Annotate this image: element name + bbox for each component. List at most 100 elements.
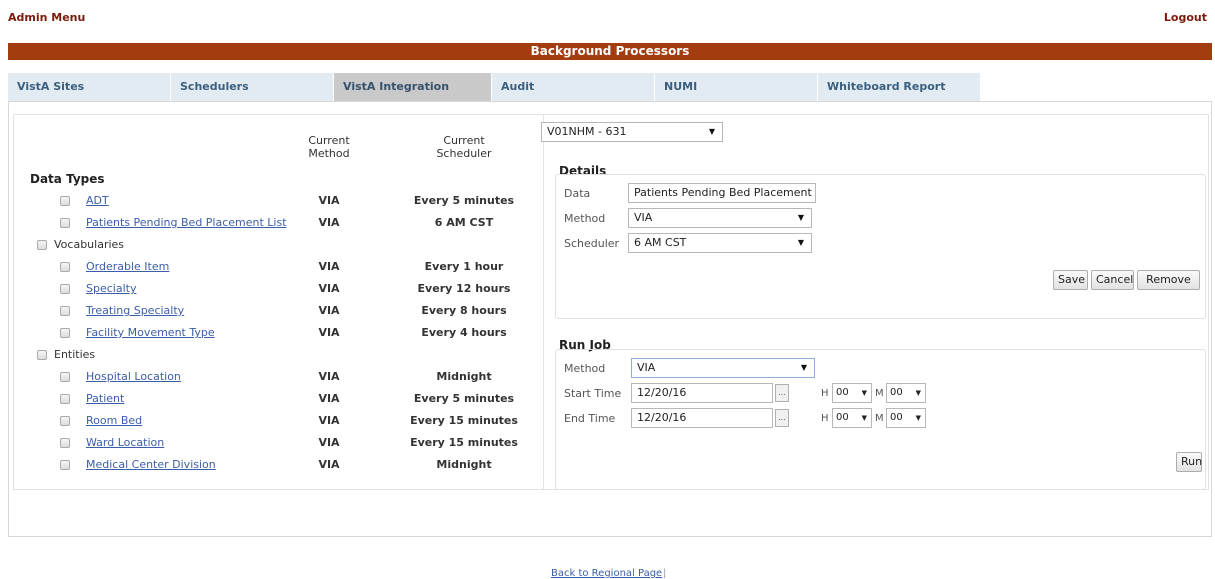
current-method-value: VIA	[318, 326, 340, 339]
current-method-value: VIA	[318, 260, 340, 273]
data-type-row: Orderable Item VIA Every 1 hour	[14, 258, 534, 276]
data-type-link[interactable]: Medical Center Division	[86, 458, 216, 471]
back-to-regional-link[interactable]: Back to Regional Page	[551, 568, 662, 579]
current-method-value: VIA	[318, 194, 340, 207]
calendar-icon[interactable]: ...	[775, 384, 789, 402]
data-type-link[interactable]: Treating Specialty	[86, 304, 184, 317]
hour-label: H	[821, 413, 829, 424]
data-input[interactable]: Patients Pending Bed Placement L	[628, 183, 816, 203]
end-time-input[interactable]: 12/20/16	[631, 408, 773, 428]
chevron-down-icon: ▼	[797, 213, 804, 222]
data-type-checkbox[interactable]	[60, 394, 70, 404]
current-method-value: VIA	[318, 414, 340, 427]
current-method-header: Current Method	[299, 134, 359, 160]
data-type-checkbox[interactable]	[60, 306, 70, 316]
current-scheduler-value: Every 8 hours	[421, 304, 507, 317]
data-type-row: Patients Pending Bed Placement List VIA 6 …	[14, 214, 534, 232]
chevron-down-icon: ▼	[915, 414, 921, 422]
current-scheduler-value: Midnight	[436, 370, 492, 383]
run-method-label: Method	[564, 362, 606, 375]
data-type-checkbox[interactable]	[60, 218, 70, 228]
site-select[interactable]: V01NHM - 631 ▼	[541, 122, 723, 142]
header-line: Method	[308, 147, 350, 160]
data-type-link[interactable]: Orderable Item	[86, 260, 169, 273]
start-time-input[interactable]: 12/20/16	[631, 383, 773, 403]
data-type-checkbox[interactable]	[60, 416, 70, 426]
current-scheduler-value: Every 12 hours	[417, 282, 511, 295]
end-hour-value: 00	[836, 412, 849, 423]
run-button[interactable]: Run	[1176, 452, 1202, 472]
header-line: Scheduler	[436, 147, 492, 160]
save-button[interactable]: Save	[1053, 270, 1088, 290]
main-panel: Current Method Current Scheduler Data Ty…	[8, 101, 1212, 537]
current-method-value: VIA	[318, 370, 340, 383]
chevron-down-icon: ▼	[861, 389, 867, 397]
data-label: Data	[564, 187, 591, 200]
end-time-label: End Time	[564, 412, 616, 425]
data-type-checkbox[interactable]	[60, 284, 70, 294]
chevron-down-icon: ▼	[708, 127, 715, 136]
group-checkbox[interactable]	[37, 240, 47, 250]
data-type-row: Medical Center Division VIA Midnight	[14, 456, 534, 474]
end-minute-select[interactable]: 00 ▼	[886, 408, 926, 428]
data-type-row: Specialty VIA Every 12 hours	[14, 280, 534, 298]
data-type-link[interactable]: Patients Pending Bed Placement List	[86, 216, 287, 229]
data-type-checkbox[interactable]	[60, 372, 70, 382]
site-select-value: V01NHM - 631	[547, 125, 627, 138]
logout-link[interactable]: Logout	[1164, 11, 1207, 24]
integration-panel: Current Method Current Scheduler Data Ty…	[13, 114, 1209, 490]
current-method-value: VIA	[318, 304, 340, 317]
scheduler-label: Scheduler	[564, 237, 620, 250]
start-minute-select[interactable]: 00 ▼	[886, 383, 926, 403]
data-type-checkbox[interactable]	[60, 328, 70, 338]
admin-menu-link[interactable]: Admin Menu	[8, 11, 85, 24]
data-type-link[interactable]: ADT	[86, 194, 109, 207]
data-type-link[interactable]: Ward Location	[86, 436, 164, 449]
tab-audit[interactable]: Audit	[492, 73, 654, 101]
tab-schedulers[interactable]: Schedulers	[171, 73, 333, 101]
data-type-link[interactable]: Patient	[86, 392, 124, 405]
group-label: Entities	[54, 348, 96, 361]
run-method-select[interactable]: VIA ▼	[631, 358, 815, 378]
start-hour-select[interactable]: 00 ▼	[832, 383, 872, 403]
current-method-value: VIA	[318, 216, 340, 229]
data-type-checkbox[interactable]	[60, 460, 70, 470]
current-method-value: VIA	[318, 282, 340, 295]
chevron-down-icon: ▼	[861, 414, 867, 422]
data-type-checkbox[interactable]	[60, 196, 70, 206]
current-scheduler-header: Current Scheduler	[424, 134, 504, 160]
method-select[interactable]: VIA ▼	[628, 208, 812, 228]
end-hour-select[interactable]: 00 ▼	[832, 408, 872, 428]
data-type-row: Patient VIA Every 5 minutes	[14, 390, 534, 408]
data-type-row: Hospital Location VIA Midnight	[14, 368, 534, 386]
method-select-value: VIA	[634, 211, 653, 224]
data-type-link[interactable]: Specialty	[86, 282, 136, 295]
method-label: Method	[564, 212, 606, 225]
hour-label: H	[821, 388, 829, 399]
data-type-row: Ward Location VIA Every 15 minutes	[14, 434, 534, 452]
tab-numi[interactable]: NUMI	[655, 73, 817, 101]
header-line: Current	[308, 134, 350, 147]
remove-button[interactable]: Remove	[1137, 270, 1200, 290]
page-banner: Background Processors	[8, 43, 1212, 60]
scheduler-select[interactable]: 6 AM CST ▼	[628, 233, 812, 253]
cancel-button[interactable]: Cancel	[1091, 270, 1134, 290]
current-scheduler-value: 6 AM CST	[434, 216, 494, 229]
data-type-link[interactable]: Room Bed	[86, 414, 142, 427]
group-checkbox[interactable]	[37, 350, 47, 360]
tab-whiteboard-report[interactable]: Whiteboard Report	[818, 73, 980, 101]
details-fieldset: Data Patients Pending Bed Placement L Me…	[555, 174, 1206, 319]
run-job-fieldset: Method VIA ▼ Start Time 12/20/16 ... H 0…	[555, 349, 1206, 490]
data-type-link[interactable]: Hospital Location	[86, 370, 181, 383]
current-scheduler-value: Every 15 minutes	[410, 414, 518, 427]
current-scheduler-value: Midnight	[436, 458, 492, 471]
footer-separator: |	[663, 568, 667, 579]
panel-divider	[543, 115, 544, 489]
data-type-link[interactable]: Facility Movement Type	[86, 326, 215, 339]
tab-vista-integration[interactable]: VistA Integration	[334, 73, 491, 101]
chevron-down-icon: ▼	[800, 363, 807, 372]
data-type-checkbox[interactable]	[60, 262, 70, 272]
calendar-icon[interactable]: ...	[775, 409, 789, 427]
data-type-checkbox[interactable]	[60, 438, 70, 448]
tab-vista-sites[interactable]: VistA Sites	[8, 73, 170, 101]
